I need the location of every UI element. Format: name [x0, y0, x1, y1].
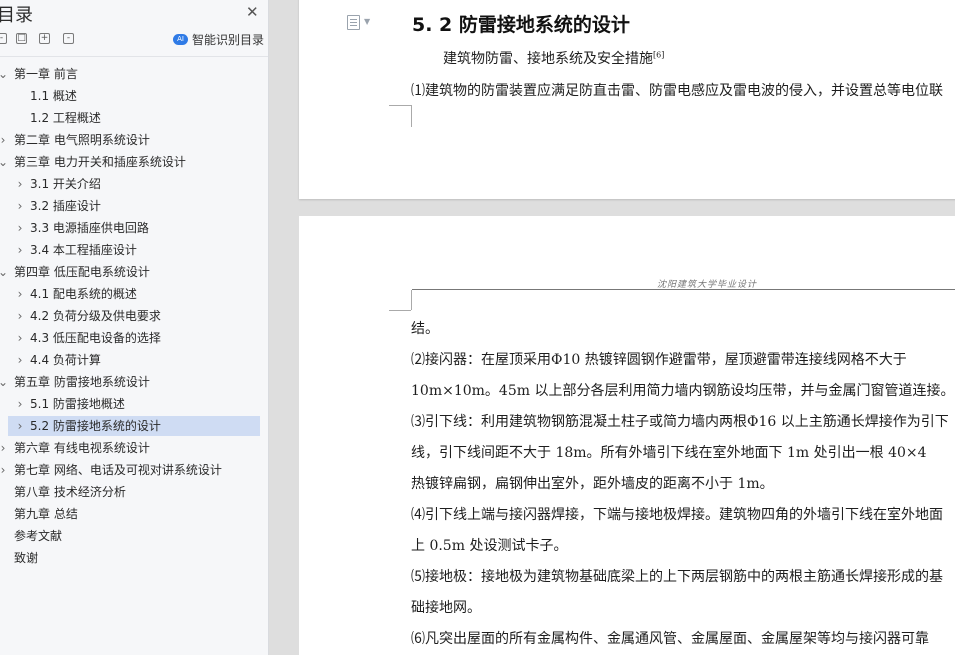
toc-item-label: 第一章 前言	[14, 67, 78, 81]
toc-item-label: 致谢	[14, 551, 39, 565]
smart-toc-label: 智能识别目录	[192, 33, 265, 47]
toc-item-label: 第五章 防雷接地系统设计	[14, 375, 150, 389]
margin-mark	[411, 105, 412, 127]
chevron-down-icon[interactable]: ▼	[364, 17, 370, 26]
paragraph-line: ⑹凡突出屋面的所有金属构件、金属通风管、金属屋面、金属屋架等均与接闪器可靠	[411, 631, 929, 647]
margin-mark	[389, 105, 411, 106]
page-header-rule	[412, 289, 955, 290]
chevron-right-icon[interactable]: ›	[0, 438, 8, 458]
subheading-text: 建筑物防雷、接地系统及安全措施	[443, 51, 653, 67]
section-heading: 5. 2 防雷接地系统的设计	[412, 14, 630, 36]
chevron-right-icon[interactable]: ›	[15, 394, 25, 414]
toc-item[interactable]: › 3.2 插座设计	[0, 196, 260, 216]
toc-item-label: 1.2 工程概述	[30, 111, 101, 125]
expand-level-icon[interactable]: □	[16, 33, 27, 44]
toc-item[interactable]: › 3.3 电源插座供电回路	[0, 218, 260, 238]
remove-heading-icon[interactable]: -	[63, 33, 74, 44]
toc-item[interactable]: ⌄ 第四章 低压配电系统设计	[0, 262, 260, 282]
toc-item-label: 3.1 开关介绍	[30, 177, 101, 191]
paragraph-line: 结。	[411, 321, 439, 337]
chevron-right-icon[interactable]: ›	[15, 284, 25, 304]
toc-item-label: 第二章 电气照明系统设计	[14, 133, 150, 147]
toc-item[interactable]: › 4.3 低压配电设备的选择	[0, 328, 260, 348]
toc-item-label: 第九章 总结	[14, 507, 78, 521]
toc-title: 目录	[0, 5, 33, 26]
paragraph-line: 上 0.5m 处设测试卡子。	[411, 538, 568, 554]
toc-item-label: 1.1 概述	[30, 89, 77, 103]
toc-item[interactable]: 第九章 总结	[0, 504, 260, 524]
toc-item[interactable]: 第八章 技术经济分析	[0, 482, 260, 502]
chevron-right-icon[interactable]: ›	[0, 460, 8, 480]
toc-item-label: 5.2 防雷接地系统的设计	[30, 419, 161, 433]
document-icon[interactable]	[347, 15, 360, 30]
toc-item-label: 第六章 有线电视系统设计	[14, 441, 150, 455]
toc-item-label: 4.4 负荷计算	[30, 353, 101, 367]
toc-item[interactable]: ⌄ 第三章 电力开关和插座系统设计	[0, 152, 260, 172]
chevron-down-icon[interactable]: ⌄	[0, 152, 8, 172]
ai-icon: AI	[173, 34, 188, 45]
paragraph-line: ⑸接地极：接地极为建筑物基础底梁上的上下两层钢筋中的两根主筋通长焊接形成的基	[411, 569, 943, 585]
toc-item-label: 3.3 电源插座供电回路	[30, 221, 149, 235]
paragraph-line: ⑵接闪器：在屋顶采用Φ10 热镀锌圆钢作避雷带，屋顶避雷带连接线网格不大于	[411, 352, 907, 368]
document-page	[299, 216, 955, 655]
toc-item-label: 5.1 防雷接地概述	[30, 397, 125, 411]
toc-item-label: 第七章 网络、电话及可视对讲系统设计	[14, 463, 222, 477]
toc-item-label: 第三章 电力开关和插座系统设计	[14, 155, 186, 169]
toc-item-label: 第四章 低压配电系统设计	[14, 265, 150, 279]
toc-item[interactable]: › 4.2 负荷分级及供电要求	[0, 306, 260, 326]
toc-item[interactable]: 致谢	[0, 548, 260, 568]
chevron-right-icon[interactable]: ›	[15, 350, 25, 370]
toc-item-label: 第八章 技术经济分析	[14, 485, 126, 499]
paragraph-line: 热镀锌扁钢，扁钢伸出室外，距外墙皮的距离不小于 1m。	[411, 476, 774, 492]
toc-item-label: 3.4 本工程插座设计	[30, 243, 137, 257]
add-heading-icon[interactable]: +	[39, 33, 50, 44]
paragraph-line: 10m×10m。45m 以上部分各层利用简力墙内钢筋设均压带，并与金属门窗管道连…	[411, 383, 955, 399]
chevron-right-icon[interactable]: ›	[15, 196, 25, 216]
toc-item-label: 4.3 低压配电设备的选择	[30, 331, 161, 345]
chevron-down-icon[interactable]: ⌄	[0, 262, 8, 282]
citation: [6]	[653, 50, 665, 60]
margin-mark	[411, 290, 412, 310]
chevron-right-icon[interactable]: ›	[15, 240, 25, 260]
chevron-right-icon[interactable]: ›	[15, 218, 25, 238]
toc-item[interactable]: 参考文献	[0, 526, 260, 546]
toc-item[interactable]: ⌄ 第五章 防雷接地系统设计	[0, 372, 260, 392]
toc-item[interactable]: › 第六章 有线电视系统设计	[0, 438, 260, 458]
toc-item[interactable]: › 5.1 防雷接地概述	[0, 394, 260, 414]
smart-toc-button[interactable]: AI 智能识别目录	[173, 31, 264, 48]
toolbar-divider	[0, 56, 268, 57]
toc-item-label: 参考文献	[14, 529, 63, 543]
paragraph-line: 线，引下线间距不大于 18m。所有外墙引下线在室外地面下 1m 处引出一根 40…	[411, 445, 927, 461]
toc-item-label: 4.1 配电系统的概述	[30, 287, 137, 301]
toc-item-label: 4.2 负荷分级及供电要求	[30, 309, 161, 323]
toc-item[interactable]: ⌄ 第一章 前言	[0, 64, 260, 84]
chevron-down-icon[interactable]: ⌄	[0, 372, 8, 392]
toc-item[interactable]: › 3.1 开关介绍	[0, 174, 260, 194]
chevron-right-icon[interactable]: ›	[15, 416, 25, 436]
toc-item-label: 3.2 插座设计	[30, 199, 101, 213]
chevron-down-icon[interactable]: ⌄	[0, 64, 8, 84]
paragraph-line: ⑷引下线上端与接闪器焊接，下端与接地极焊接。建筑物四角的外墙引下线在室外地面	[411, 507, 943, 523]
toc-item[interactable]: 1.2 工程概述	[0, 108, 260, 128]
subheading: 建筑物防雷、接地系统及安全措施[6]	[443, 48, 664, 68]
toc-item[interactable]: › 第七章 网络、电话及可视对讲系统设计	[0, 460, 260, 480]
paragraph-line: ⑶引下线：利用建筑物钢筋混凝土柱子或简力墙内两根Φ16 以上主筋通长焊接作为引下	[411, 414, 949, 430]
chevron-right-icon[interactable]: ›	[15, 306, 25, 326]
toc-item[interactable]: › 4.4 负荷计算	[0, 350, 260, 370]
toc-item[interactable]: 1.1 概述	[0, 86, 260, 106]
toc-sidebar: 目录 ✕ - □ + - AI 智能识别目录 ⌄ 第一章 前言 1.1 概述 1.2 …	[0, 0, 269, 655]
close-icon[interactable]: ✕	[246, 3, 259, 21]
paragraph-line: ⑴建筑物的防雷装置应满足防直击雷、防雷电感应及雷电波的侵入，并设置总等电位联	[411, 83, 943, 99]
toc-item[interactable]: › 5.2 防雷接地系统的设计	[8, 416, 260, 436]
collapse-all-icon[interactable]: -	[0, 33, 7, 44]
margin-mark	[389, 310, 411, 311]
toc-item[interactable]: › 4.1 配电系统的概述	[0, 284, 260, 304]
paragraph-line: 础接地网。	[411, 600, 481, 616]
toc-item[interactable]: › 第二章 电气照明系统设计	[0, 130, 260, 150]
toc-item[interactable]: › 3.4 本工程插座设计	[0, 240, 260, 260]
chevron-right-icon[interactable]: ›	[15, 174, 25, 194]
chevron-right-icon[interactable]: ›	[0, 130, 8, 150]
chevron-right-icon[interactable]: ›	[15, 328, 25, 348]
